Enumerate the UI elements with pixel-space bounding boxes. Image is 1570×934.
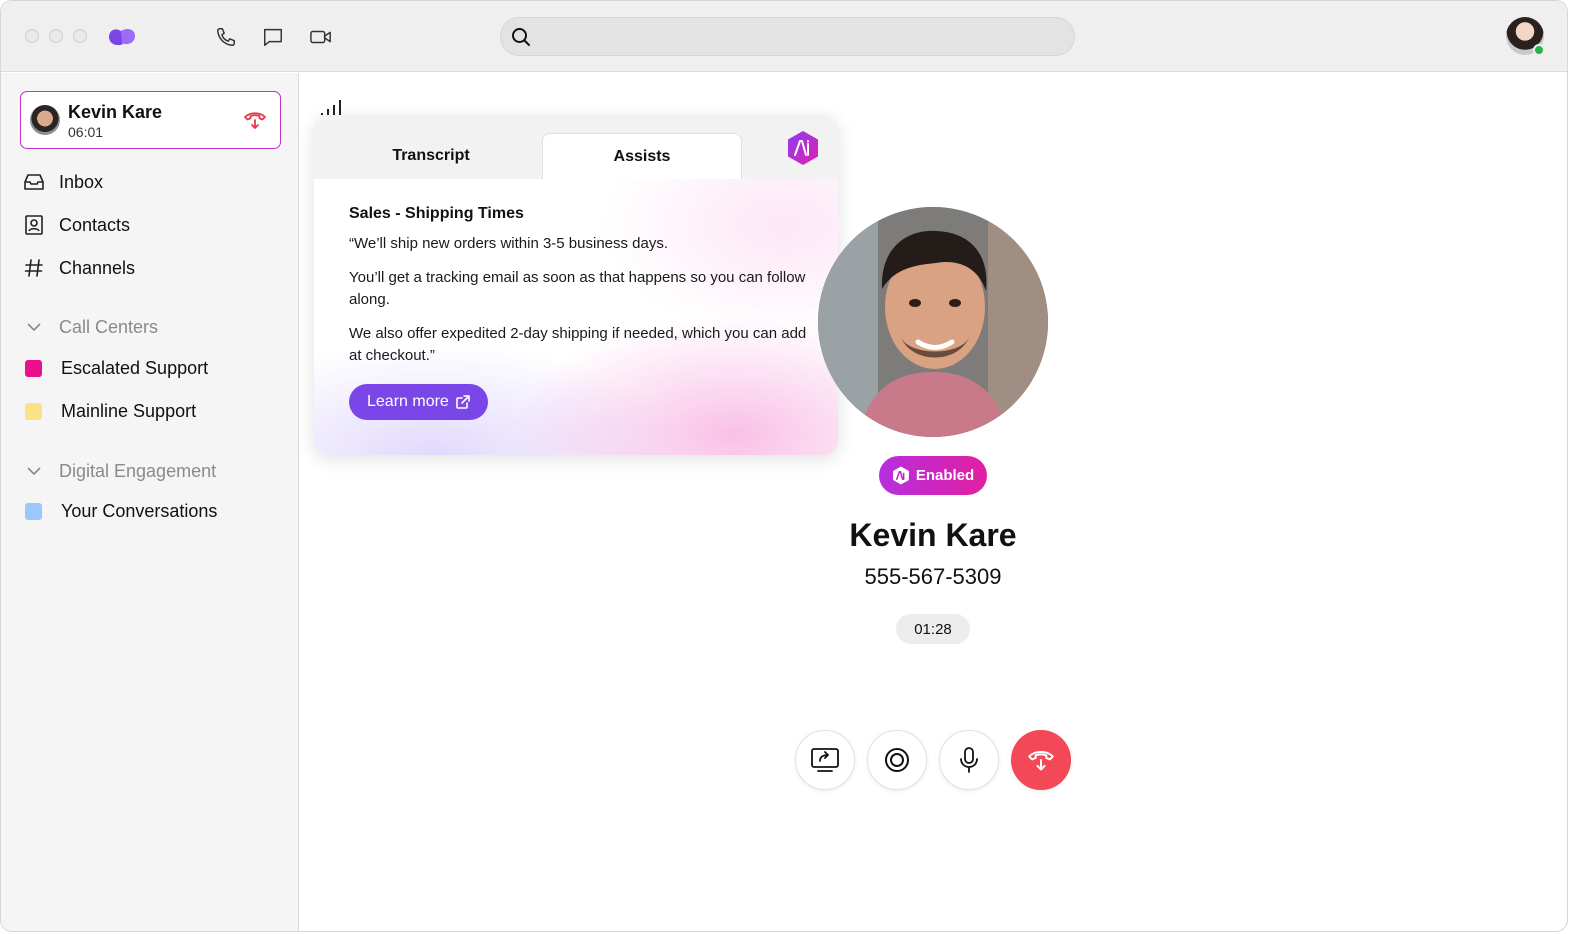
top-bar bbox=[1, 1, 1567, 72]
sidebar-item-contacts[interactable]: Contacts bbox=[23, 212, 130, 238]
sidebar-item-label: Escalated Support bbox=[61, 357, 209, 378]
learn-more-label: Learn more bbox=[367, 393, 449, 410]
learn-more-button[interactable]: Learn more bbox=[349, 384, 488, 420]
window-minimize-button[interactable] bbox=[49, 29, 63, 43]
channel-color-swatch bbox=[25, 359, 42, 377]
contact-photo bbox=[818, 207, 1048, 437]
message-icon[interactable] bbox=[261, 25, 285, 49]
channel-color-swatch bbox=[25, 402, 42, 420]
phone-icon[interactable] bbox=[214, 25, 238, 49]
active-call-name: Kevin Kare bbox=[68, 102, 163, 122]
search-input[interactable] bbox=[541, 18, 1061, 55]
chevron-down-icon bbox=[23, 466, 45, 476]
assist-tabs: Transcript Assists bbox=[314, 115, 838, 179]
section-digital-engagement[interactable]: Digital Engagement bbox=[23, 459, 216, 483]
hang-up-icon[interactable] bbox=[243, 109, 267, 131]
sidebar-item-label: Mainline Support bbox=[61, 400, 197, 421]
assist-content: Sales - Shipping Times “We’ll ship new o… bbox=[349, 205, 809, 379]
sidebar-item-channels[interactable]: Channels bbox=[23, 255, 135, 281]
ai-enabled-badge: Enabled bbox=[879, 456, 987, 495]
end-call-button[interactable] bbox=[1011, 730, 1071, 790]
screen-share-button[interactable] bbox=[795, 730, 855, 790]
active-call-duration: 06:01 bbox=[68, 124, 104, 140]
sidebar-item-label: Contacts bbox=[59, 214, 131, 235]
mute-button[interactable] bbox=[939, 730, 999, 790]
window-maximize-button[interactable] bbox=[73, 29, 87, 43]
search-bar[interactable] bbox=[500, 17, 1075, 56]
sidebar-item-escalated-support[interactable]: Escalated Support bbox=[23, 355, 208, 381]
app-logo bbox=[109, 28, 135, 46]
signal-strength-icon bbox=[321, 100, 341, 115]
record-button[interactable] bbox=[867, 730, 927, 790]
microphone-icon bbox=[960, 747, 978, 773]
badge-label: Enabled bbox=[915, 467, 975, 484]
search-icon bbox=[512, 28, 530, 46]
section-label: Digital Engagement bbox=[59, 460, 217, 481]
sidebar-item-inbox[interactable]: Inbox bbox=[23, 169, 103, 195]
inbox-icon bbox=[23, 171, 45, 193]
assist-paragraph: You’ll get a tracking email as soon as t… bbox=[349, 269, 806, 308]
video-icon[interactable] bbox=[309, 25, 333, 49]
chevron-down-icon bbox=[23, 322, 45, 332]
sidebar-item-label: Inbox bbox=[59, 171, 104, 192]
call-timer: 01:28 bbox=[896, 614, 970, 644]
channel-color-swatch bbox=[25, 502, 42, 520]
sidebar-item-your-conversations[interactable]: Your Conversations bbox=[23, 498, 217, 524]
assist-paragraph: We also offer expedited 2-day shipping i… bbox=[349, 325, 807, 364]
assist-title: Sales - Shipping Times bbox=[349, 205, 524, 222]
online-status-indicator bbox=[1533, 44, 1545, 56]
tab-transcript[interactable]: Transcript bbox=[314, 133, 548, 179]
assist-paragraph: “We’ll ship new orders within 3-5 busine… bbox=[349, 235, 669, 252]
caller-avatar bbox=[30, 105, 60, 135]
record-icon bbox=[885, 748, 909, 772]
sidebar-item-label: Your Conversations bbox=[61, 500, 218, 521]
tab-assists[interactable]: Assists bbox=[542, 133, 742, 179]
contact-phone: 555-567-5309 bbox=[864, 564, 1002, 589]
hang-up-icon bbox=[1028, 751, 1054, 771]
ai-logo-icon[interactable] bbox=[786, 130, 820, 166]
sidebar-item-mainline-support[interactable]: Mainline Support bbox=[23, 398, 196, 424]
window-close-button[interactable] bbox=[25, 29, 39, 43]
active-call-card[interactable]: Kevin Kare 06:01 bbox=[20, 91, 281, 149]
external-link-icon bbox=[456, 395, 470, 409]
sidebar: Kevin Kare 06:01 Inbox Contacts Channels bbox=[1, 73, 299, 931]
ai-logo-icon bbox=[892, 466, 909, 485]
contact-name: Kevin Kare bbox=[849, 517, 1017, 553]
sidebar-item-label: Channels bbox=[59, 257, 136, 278]
screen-share-icon bbox=[811, 748, 839, 772]
contacts-icon bbox=[23, 214, 45, 236]
section-call-centers[interactable]: Call Centers bbox=[23, 315, 158, 339]
assist-panel: Transcript Assists Sales - Shipping Time… bbox=[314, 115, 838, 455]
section-label: Call Centers bbox=[59, 316, 159, 337]
app-window: Kevin Kare 06:01 Inbox Contacts Channels bbox=[0, 0, 1568, 932]
hash-icon bbox=[23, 257, 45, 279]
